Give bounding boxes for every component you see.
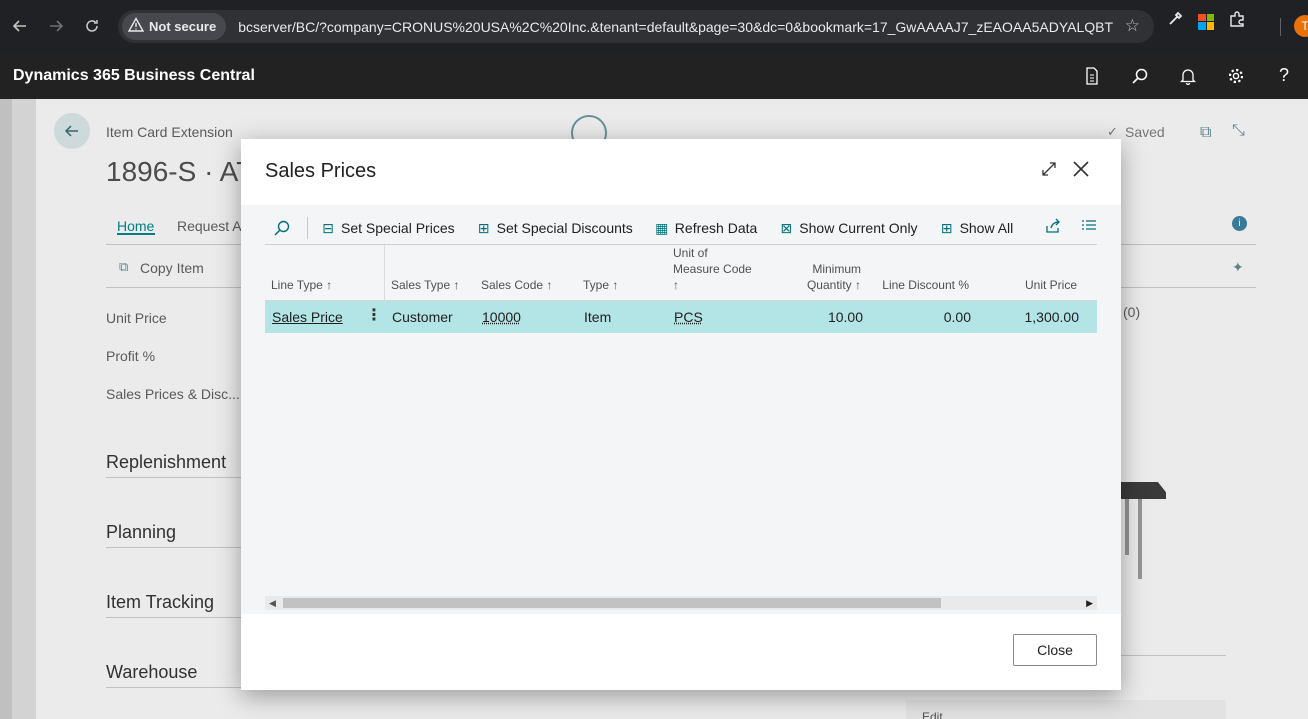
bookmark-star-icon[interactable]: ☆: [1125, 16, 1140, 36]
cell-unit-price[interactable]: 1,300.00: [981, 301, 1079, 333]
close-button[interactable]: Close: [1013, 634, 1097, 666]
warning-icon: [128, 17, 144, 36]
refresh-data-icon: ▦: [654, 220, 670, 237]
col-sales-type[interactable]: Sales Type ↑: [391, 277, 459, 293]
sales-prices-grid: Line Type ↑ Sales Type ↑ Sales Code ↑ Ty…: [265, 245, 1097, 333]
col-type[interactable]: Type ↑: [583, 277, 618, 293]
dialog-body: ⊟ Set Special Prices ⊞ Set Special Disco…: [241, 205, 1121, 614]
url-text: bcserver/BC/?company=CRONUS%20USA%2C%20I…: [238, 19, 1113, 35]
horizontal-scrollbar[interactable]: ◀ ▶: [265, 596, 1097, 610]
cell-sales-type[interactable]: Customer: [392, 301, 453, 333]
col-minimum-quantity[interactable]: Minimum Quantity ↑: [773, 261, 861, 293]
forward-arrow-icon[interactable]: [38, 8, 74, 44]
expand-icon[interactable]: [1038, 158, 1060, 180]
settings-gear-icon[interactable]: [1212, 52, 1260, 99]
microsoft-logo-icon[interactable]: [1198, 14, 1214, 30]
notification-bell-icon[interactable]: [1164, 52, 1212, 99]
close-icon[interactable]: [1070, 158, 1092, 180]
puzzle-extension-icon[interactable]: [1228, 10, 1246, 33]
dialog-title: Sales Prices: [265, 160, 376, 183]
toolbar-right: [1045, 212, 1097, 244]
app-title: Dynamics 365 Business Central: [13, 67, 255, 85]
col-line-type[interactable]: Line Type ↑: [271, 277, 332, 293]
security-label: Not secure: [149, 19, 216, 34]
browser-toolbar: Not secure bcserver/BC/?company=CRONUS%2…: [0, 0, 1308, 52]
discount-icon: ⊞: [476, 220, 492, 237]
document-icon[interactable]: [1068, 52, 1116, 99]
col-unit-price[interactable]: Unit Price: [981, 277, 1077, 293]
reload-icon[interactable]: [74, 8, 110, 44]
show-current-only-button[interactable]: ⊠ Show Current Only: [778, 212, 917, 244]
cell-unit-of-measure[interactable]: PCS: [674, 301, 703, 333]
sales-prices-dialog: Sales Prices ⊟ Set Special Prices ⊞ Set …: [241, 139, 1121, 690]
address-bar[interactable]: Not secure bcserver/BC/?company=CRONUS%2…: [118, 10, 1154, 43]
app-header: Dynamics 365 Business Central ?: [0, 52, 1308, 99]
price-tag-icon: ⊟: [320, 220, 336, 237]
scroll-left-icon[interactable]: ◀: [269, 596, 276, 610]
refresh-data-label: Refresh Data: [675, 220, 757, 236]
search-icon[interactable]: [265, 212, 299, 244]
back-arrow-icon[interactable]: [2, 8, 38, 44]
toolbar-divider: [1280, 18, 1281, 36]
eyedropper-icon[interactable]: [1166, 10, 1184, 33]
row-menu-icon[interactable]: ⋮: [366, 301, 376, 333]
cell-line-discount[interactable]: 0.00: [871, 301, 971, 333]
grid-header: Line Type ↑ Sales Type ↑ Sales Code ↑ Ty…: [265, 245, 1097, 301]
show-all-label: Show All: [960, 220, 1014, 236]
search-icon[interactable]: [1116, 52, 1164, 99]
extensions-area: [1166, 10, 1246, 33]
cell-type[interactable]: Item: [584, 301, 611, 333]
action-toolbar: ⊟ Set Special Prices ⊞ Set Special Disco…: [265, 212, 1097, 244]
set-special-discounts-label: Set Special Discounts: [497, 220, 633, 236]
set-special-discounts-button[interactable]: ⊞ Set Special Discounts: [476, 212, 633, 244]
set-special-prices-button[interactable]: ⊟ Set Special Prices: [320, 212, 455, 244]
security-chip[interactable]: Not secure: [122, 13, 226, 40]
filter-current-icon: ⊠: [778, 220, 794, 237]
profile-avatar[interactable]: T: [1294, 15, 1308, 37]
header-actions: ?: [1068, 52, 1308, 99]
share-icon[interactable]: [1045, 218, 1061, 238]
show-current-only-label: Show Current Only: [799, 220, 917, 236]
col-line-discount[interactable]: Line Discount %: [869, 277, 969, 293]
col-sales-code[interactable]: Sales Code ↑: [481, 277, 552, 293]
show-all-button[interactable]: ⊞ Show All: [939, 212, 1014, 244]
col-unit-of-measure[interactable]: Unit of Measure Code ↑: [673, 245, 752, 293]
cell-sales-code[interactable]: 10000: [482, 301, 521, 333]
cell-line-type[interactable]: Sales Price: [272, 301, 343, 333]
scrollbar-thumb[interactable]: [283, 598, 941, 608]
cell-minimum-quantity[interactable]: 10.00: [773, 301, 863, 333]
set-special-prices-label: Set Special Prices: [341, 220, 455, 236]
show-all-icon: ⊞: [939, 220, 955, 237]
table-row[interactable]: Sales Price ⋮ Customer 10000 Item PCS 10…: [265, 301, 1097, 333]
help-icon[interactable]: ?: [1260, 52, 1308, 99]
list-view-icon[interactable]: [1081, 218, 1097, 238]
refresh-data-button[interactable]: ▦ Refresh Data: [654, 212, 757, 244]
scroll-right-icon[interactable]: ▶: [1086, 596, 1093, 610]
